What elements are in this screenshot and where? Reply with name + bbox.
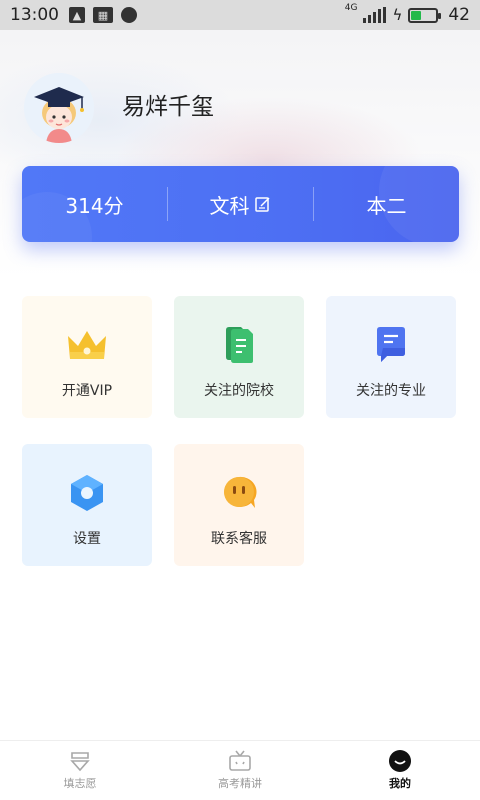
nav-tab-fill-application[interactable]: 填志愿 xyxy=(0,741,160,800)
contact-service-label: 联系客服 xyxy=(211,531,267,547)
score-text: 314分 xyxy=(65,193,124,218)
crown-icon xyxy=(66,326,108,364)
username: 易烊千玺 xyxy=(122,94,214,120)
nav-label-mine: 我的 xyxy=(389,777,411,790)
batch-text: 本二 xyxy=(366,193,407,218)
form-icon xyxy=(68,750,92,772)
open-vip-button[interactable]: 开通VIP xyxy=(22,296,152,418)
signal-icon xyxy=(363,7,387,23)
document-icon xyxy=(218,326,260,364)
battery-icon xyxy=(408,7,442,23)
score-card[interactable]: 314分 文科 本二 xyxy=(22,166,459,242)
network-type: 4G xyxy=(344,3,358,13)
graduate-avatar-icon xyxy=(24,73,94,143)
avatar[interactable] xyxy=(24,73,94,143)
nav-label-exam-lectures: 高考精讲 xyxy=(218,777,262,790)
image-icon: ▦ xyxy=(93,7,113,23)
subject-selector[interactable]: 文科 xyxy=(168,190,313,219)
smile-icon xyxy=(388,750,412,772)
followed-schools-button[interactable]: 关注的院校 xyxy=(174,296,304,418)
battery-level xyxy=(411,10,422,20)
subject-text: 文科 xyxy=(209,193,250,218)
status-bar: 13:00 ▲ ▦ 4G ϟ 42 xyxy=(0,0,480,30)
edit-icon xyxy=(254,197,270,212)
settings-button[interactable]: 设置 xyxy=(22,444,152,566)
nav-tab-exam-lectures[interactable]: 高考精讲 xyxy=(160,741,320,800)
menu-grid: 开通VIP 关注的院校 关注的专业 设置 联系客服 xyxy=(22,296,480,566)
charging-icon: ϟ xyxy=(392,6,403,24)
note-icon xyxy=(370,326,412,364)
profile-header-background xyxy=(0,30,480,280)
battery-percent: 42 xyxy=(448,5,470,25)
status-right: 4G ϟ 42 xyxy=(344,3,470,25)
status-time: 13:00 xyxy=(10,5,59,25)
open-vip-label: 开通VIP xyxy=(61,383,113,399)
followed-majors-label: 关注的专业 xyxy=(356,383,426,399)
batch-value[interactable]: 本二 xyxy=(314,190,459,219)
bottom-navigation: 填志愿 高考精讲 我的 xyxy=(0,740,480,800)
score-value[interactable]: 314分 xyxy=(22,190,167,219)
nav-label-fill-application: 填志愿 xyxy=(63,777,97,790)
contact-service-button[interactable]: 联系客服 xyxy=(174,444,304,566)
upload-icon: ▲ xyxy=(69,7,85,23)
settings-label: 设置 xyxy=(73,531,101,547)
chat-face-icon xyxy=(218,474,260,512)
tv-icon xyxy=(228,750,252,772)
nav-tab-mine[interactable]: 我的 xyxy=(320,741,480,800)
account-icon xyxy=(121,7,137,23)
screen: 13:00 ▲ ▦ 4G ϟ 42 易烊千玺 314分 文科 本二 开通VIP … xyxy=(0,0,480,800)
followed-majors-button[interactable]: 关注的专业 xyxy=(326,296,456,418)
hexagon-gear-icon xyxy=(66,474,108,512)
followed-schools-label: 关注的院校 xyxy=(204,383,274,399)
